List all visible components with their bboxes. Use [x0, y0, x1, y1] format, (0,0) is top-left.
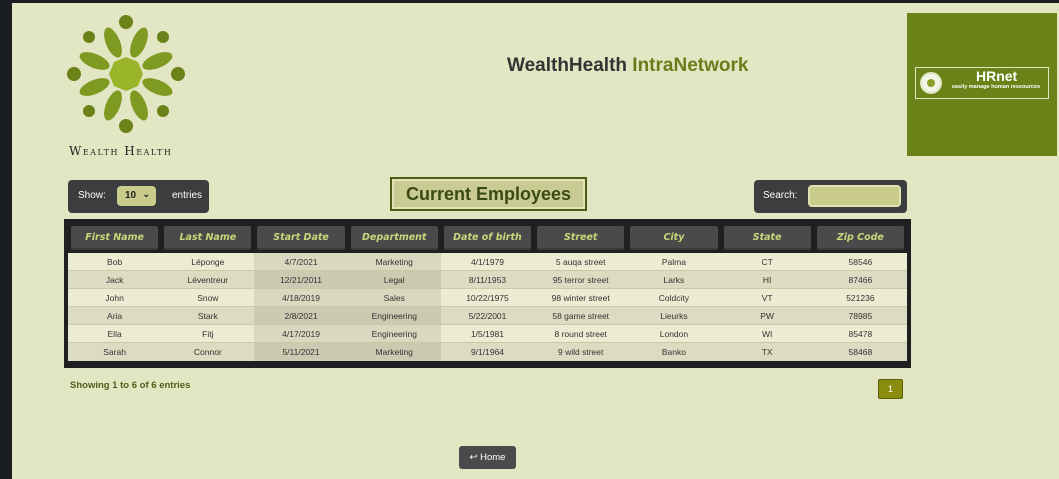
table-cell: Larks — [627, 271, 721, 289]
table-cell: 98 winter street — [534, 289, 628, 307]
table-cell: 5/11/2021 — [254, 343, 348, 361]
table-cell: PW — [720, 307, 814, 325]
table-cell: 78985 — [813, 307, 907, 325]
table-cell: Palma — [627, 253, 721, 271]
column-header-zip-code[interactable]: Zip Code — [814, 223, 907, 253]
table-cell: Engineering — [347, 325, 441, 343]
page: Wealth Health WealthHealth IntraNetwork … — [12, 3, 1059, 479]
wealth-health-flower-icon — [67, 15, 185, 133]
pagination-page-button[interactable]: 1 — [878, 379, 903, 399]
table-cell: 8/11/1953 — [440, 271, 535, 289]
table-cell: Sarah — [68, 343, 162, 361]
table-cell: 521236 — [813, 289, 907, 307]
table-cell: Léponge — [161, 253, 255, 271]
table-row: Ella Fitj 4/17/2019 Engineering 1/5/1981… — [68, 325, 907, 343]
employees-table: First Name Last Name Start Date Departme… — [64, 219, 911, 368]
table-cell: 87466 — [813, 271, 907, 289]
table-cell: 2/8/2021 — [254, 307, 348, 325]
entries-label: entries — [172, 190, 203, 201]
chevron-down-icon: ⌄ — [142, 189, 150, 199]
table-cell: Legal — [347, 271, 441, 289]
search-label: Search: — [763, 190, 798, 201]
table-cell: London — [627, 325, 721, 343]
table-cell: Jack — [68, 271, 162, 289]
table-cell: VT — [720, 289, 814, 307]
table-row: Jack Léventreur 12/21/2011 Legal 8/11/19… — [68, 271, 907, 289]
table-cell: 58546 — [813, 253, 907, 271]
title-accent: IntraNetwork — [632, 55, 749, 76]
table-row: Sarah Connor 5/11/2021 Marketing 9/1/196… — [68, 343, 907, 361]
screen-frame: Wealth Health WealthHealth IntraNetwork … — [0, 0, 1059, 479]
table-cell: Coldcity — [627, 289, 721, 307]
logo-text: Wealth Health — [69, 144, 173, 158]
hrnet-badge: HRnet easily manage human ressources — [915, 67, 1049, 99]
table-cell: 4/1/1979 — [440, 253, 535, 271]
table-cell: 58 game street — [534, 307, 628, 325]
hrnet-name: HRnet — [976, 68, 1018, 84]
column-header-department[interactable]: Department — [348, 223, 441, 253]
table-cell: Lieurks — [627, 307, 721, 325]
table-cell: Snow — [161, 289, 255, 307]
table-cell: 5 auqa street — [534, 253, 628, 271]
column-header-last-name[interactable]: Last Name — [161, 223, 254, 253]
hrnet-emblem-icon — [920, 72, 942, 94]
entries-select[interactable]: 10 ⌄ — [117, 186, 156, 206]
hrnet-tagline: easily manage human ressources — [951, 84, 1041, 90]
table-cell: 95 terror street — [534, 271, 628, 289]
table-cell: Ella — [68, 325, 162, 343]
table-row: John Snow 4/18/2019 Sales 10/22/1975 98 … — [68, 289, 907, 307]
table-cell: 10/22/1975 — [440, 289, 535, 307]
table-cell: 4/18/2019 — [254, 289, 348, 307]
table-cell: 5/22/2001 — [440, 307, 535, 325]
page-title: WealthHealth IntraNetwork — [507, 55, 748, 77]
table-cell: Banko — [627, 343, 721, 361]
table-cell: Aria — [68, 307, 162, 325]
table-cell: WI — [720, 325, 814, 343]
table-cell: Stark — [161, 307, 255, 325]
title-main: WealthHealth — [507, 55, 628, 76]
table-cell: Marketing — [347, 253, 441, 271]
section-heading: Current Employees — [390, 177, 587, 211]
table-cell: Bob — [68, 253, 162, 271]
table-cell: Connor — [161, 343, 255, 361]
show-label: Show: — [78, 190, 106, 201]
table-cell: 1/5/1981 — [440, 325, 535, 343]
table-row: Aria Stark 2/8/2021 Engineering 5/22/200… — [68, 307, 907, 325]
home-button[interactable]: ↩ Home — [459, 446, 516, 469]
table-cell: Léventreur — [161, 271, 255, 289]
search-input[interactable] — [808, 185, 901, 207]
table-cell: HI — [720, 271, 814, 289]
entries-select-value: 10 — [125, 190, 137, 201]
table-cell: 58468 — [813, 343, 907, 361]
column-header-start-date[interactable]: Start Date — [254, 223, 347, 253]
table-cell: 12/21/2011 — [254, 271, 348, 289]
table-row: Bob Léponge 4/7/2021 Marketing 4/1/1979 … — [68, 253, 907, 271]
table-cell: 4/17/2019 — [254, 325, 348, 343]
table-cell: Marketing — [347, 343, 441, 361]
table-cell: John — [68, 289, 162, 307]
column-header-state[interactable]: State — [721, 223, 814, 253]
table-cell: 9/1/1964 — [440, 343, 535, 361]
column-header-first-name[interactable]: First Name — [68, 223, 161, 253]
table-cell: 9 wild street — [534, 343, 628, 361]
table-cell: 4/7/2021 — [254, 253, 348, 271]
entries-length-control: Show: 10 ⌄ entries — [68, 180, 209, 213]
table-cell: Fitj — [161, 325, 255, 343]
search-control: Search: — [754, 180, 907, 213]
table-info: Showing 1 to 6 of 6 entries — [70, 380, 191, 391]
table-cell: 85478 — [813, 325, 907, 343]
table-cell: Engineering — [347, 307, 441, 325]
hrnet-logo: HRnet easily manage human ressources — [907, 13, 1057, 156]
column-header-city[interactable]: City — [627, 223, 720, 253]
column-header-street[interactable]: Street — [534, 223, 627, 253]
table-cell: TX — [720, 343, 814, 361]
table-cell: CT — [720, 253, 814, 271]
table-cell: 8 round street — [534, 325, 628, 343]
table-cell: Sales — [347, 289, 441, 307]
table-header-row: First Name Last Name Start Date Departme… — [68, 223, 907, 253]
column-header-date-of-birth[interactable]: Date of birth — [441, 223, 534, 253]
